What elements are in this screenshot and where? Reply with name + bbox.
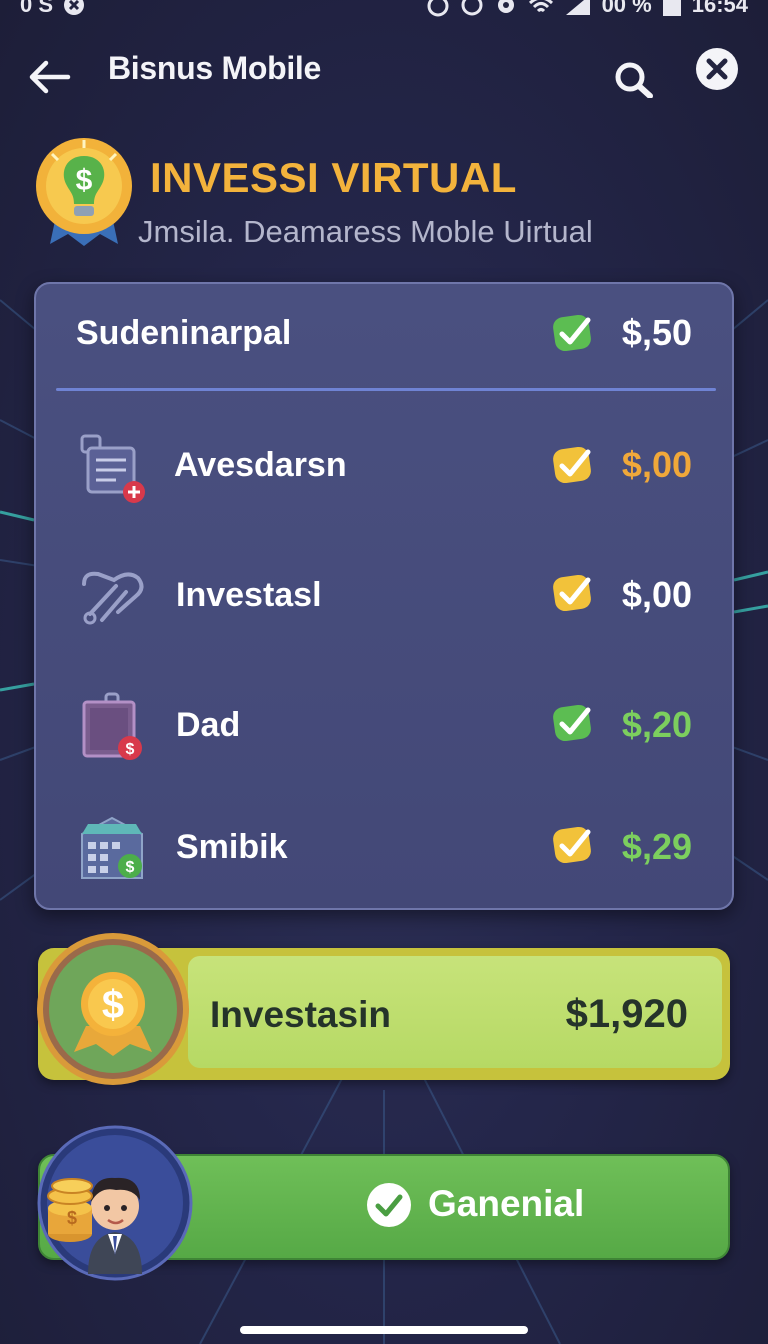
- blocked-notification-icon: [64, 0, 85, 15]
- home-indicator[interactable]: [240, 1326, 528, 1334]
- lightbulb-dollar-icon: $: [36, 138, 132, 246]
- list-item[interactable]: Avesdarsn $,00: [36, 416, 736, 516]
- item-value: $,00: [621, 444, 692, 485]
- document-add-icon: [80, 434, 145, 503]
- total-label: Investasin: [210, 994, 391, 1035]
- item-value: $,00: [621, 574, 692, 615]
- investment-card: Sudeninarpal $,50 Avesdarsn $,00 Investa…: [34, 282, 734, 910]
- item-label: Dad: [176, 706, 241, 744]
- screen: 0 S 00 % 16:54 Bisnus Mobile $ INVESSI V…: [0, 0, 768, 1344]
- svg-text:$: $: [67, 1208, 77, 1228]
- check-green-icon: [553, 704, 591, 742]
- status-bar: 0 S 00 % 16:54: [0, 0, 768, 22]
- back-button[interactable]: [24, 48, 74, 98]
- dollar-coin-icon: $: [37, 933, 189, 1085]
- check-gold-icon: [553, 826, 591, 864]
- divider: [56, 388, 716, 391]
- summary-row[interactable]: Sudeninarpal $,50: [36, 284, 736, 384]
- list-item[interactable]: $ Smibik $,29: [36, 798, 736, 898]
- svg-text:$: $: [76, 164, 93, 197]
- item-value: $,20: [621, 704, 692, 745]
- item-label: Smibik: [176, 828, 288, 866]
- app-title: Bisnus Mobile: [108, 50, 322, 86]
- settings-icon: [497, 0, 514, 13]
- total-value: $1,920: [565, 992, 688, 1036]
- page-subtitle: Jmsila. Deamaress Moble Uirtual: [138, 214, 593, 249]
- search-icon: [615, 62, 653, 99]
- item-value: $,29: [621, 826, 692, 867]
- check-circle-icon: [367, 1183, 411, 1227]
- clock: 16:54: [691, 0, 748, 17]
- alarm-icon: [427, 0, 449, 17]
- battery-icon: [662, 0, 681, 16]
- close-button[interactable]: [696, 48, 738, 90]
- svg-text:$: $: [126, 859, 135, 876]
- summary-label: Sudeninarpal: [76, 314, 292, 352]
- app-bar: Bisnus Mobile: [0, 40, 768, 104]
- item-label: Investasl: [176, 576, 322, 614]
- list-item[interactable]: $ Dad $,20: [36, 676, 736, 776]
- svg-text:$: $: [126, 741, 135, 758]
- close-icon: [706, 58, 728, 80]
- status-left-text: 0 S: [20, 0, 54, 17]
- check-green-icon: [553, 314, 591, 352]
- calendar-dollar-icon: $: [81, 816, 143, 879]
- arrow-left-icon: [29, 60, 71, 94]
- signal-icon: [565, 0, 590, 15]
- wifi-icon: [528, 0, 553, 13]
- businessman-coins-avatar: $: [37, 1125, 193, 1281]
- battery-percent: 00 %: [601, 0, 652, 17]
- bag-dollar-icon: $: [82, 692, 142, 760]
- search-button[interactable]: [608, 48, 658, 99]
- check-gold-icon: [553, 446, 591, 484]
- list-item[interactable]: Investasl $,00: [36, 546, 736, 646]
- handshake-icon: [82, 571, 144, 625]
- sync-icon: [461, 0, 483, 16]
- page-title: INVESSI VIRTUAL: [150, 154, 517, 201]
- svg-text:$: $: [102, 983, 124, 1027]
- item-label: Avesdarsn: [174, 446, 347, 484]
- summary-value: $,50: [621, 312, 692, 353]
- action-label: Ganenial: [428, 1183, 585, 1224]
- check-gold-icon: [553, 574, 591, 612]
